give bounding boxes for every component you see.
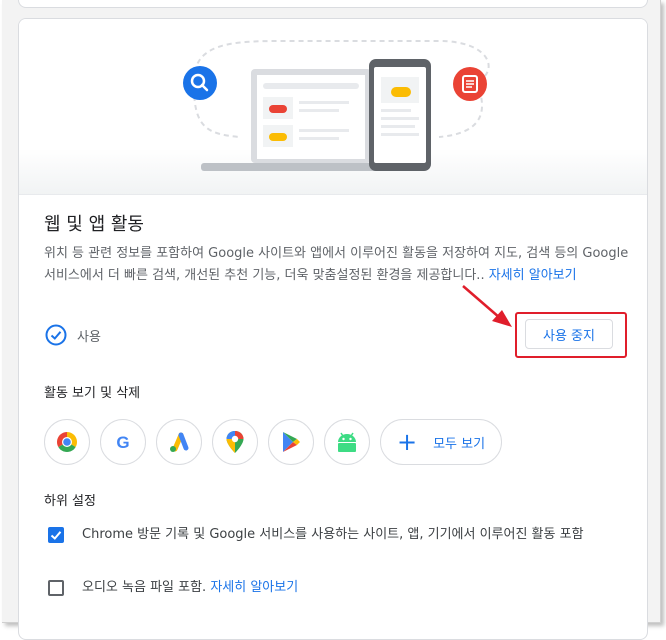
screenshot-frame: 웹 및 앱 활동 위치 등 관련 정보를 포함하여 Google 사이트와 앱에…	[2, 0, 661, 640]
annotation-arrow	[462, 285, 512, 327]
